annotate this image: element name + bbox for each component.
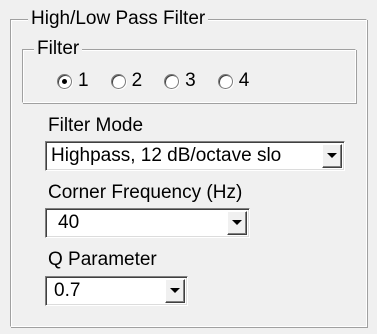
corner-frequency-value: 40 <box>58 212 80 233</box>
filter-radio-3-label: 3 <box>185 70 196 91</box>
q-parameter-dropdown-button[interactable] <box>165 279 185 303</box>
filter-mode-select[interactable]: Highpass, 12 dB/octave slo <box>45 141 345 171</box>
high-low-pass-filter-title: High/Low Pass Filter <box>28 8 209 30</box>
chevron-down-icon <box>170 288 180 293</box>
filter-radio-1[interactable]: 1 <box>57 70 89 92</box>
filter-mode-label: Filter Mode <box>48 115 144 136</box>
corner-frequency-dropdown-button[interactable] <box>227 211 247 235</box>
filter-group-title: Filter <box>34 38 83 60</box>
corner-frequency-select[interactable]: 40 <box>45 208 250 238</box>
filter-radio-4-label: 4 <box>238 70 250 91</box>
filter-mode-value: Highpass, 12 dB/octave slo <box>51 145 282 166</box>
filter-panel: High/Low Pass Filter Filter 1 2 3 4 Filt… <box>0 0 377 334</box>
filter-radio-2[interactable]: 2 <box>110 70 143 92</box>
filter-radio-3[interactable]: 3 <box>164 70 196 92</box>
radio-checked-icon <box>57 73 72 89</box>
filter-mode-dropdown-button[interactable] <box>322 144 342 168</box>
filter-group: Filter 1 2 3 4 <box>22 38 356 103</box>
filter-radio-2-label: 2 <box>131 70 143 91</box>
q-parameter-select[interactable]: 0.7 <box>45 276 188 306</box>
q-parameter-label: Q Parameter <box>48 249 157 270</box>
filter-radio-4[interactable]: 4 <box>217 70 250 92</box>
corner-frequency-label: Corner Frequency (Hz) <box>48 182 243 203</box>
chevron-down-icon <box>327 153 337 158</box>
chevron-down-icon <box>232 220 242 225</box>
radio-unchecked-icon <box>110 73 126 89</box>
filter-radio-group: 1 2 3 4 <box>57 70 271 92</box>
q-parameter-value: 0.7 <box>54 280 81 301</box>
radio-unchecked-icon <box>217 73 233 89</box>
radio-unchecked-icon <box>164 73 180 89</box>
filter-radio-1-label: 1 <box>78 70 89 91</box>
